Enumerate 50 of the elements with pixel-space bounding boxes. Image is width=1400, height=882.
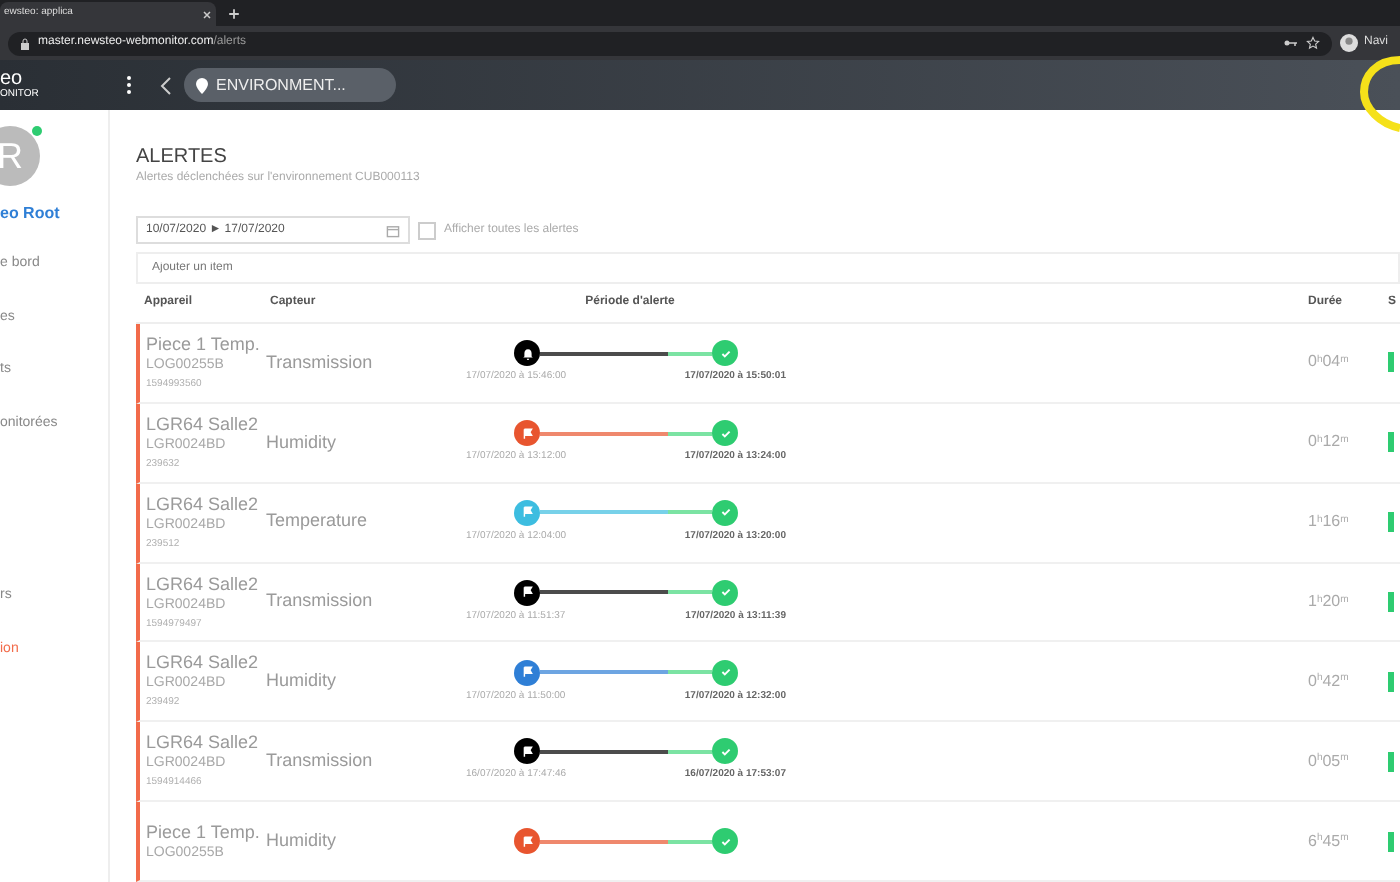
duration: 0$^{h}$04$^{m}$ (1308, 350, 1351, 375)
sensor-name: Transmission (266, 349, 375, 376)
duration: 0$^{h}$05$^{m}$ (1308, 749, 1351, 774)
device-name: Piece 1 Temp. (146, 331, 262, 356)
new-tab-icon[interactable] (228, 8, 240, 20)
avatar: R (0, 126, 40, 186)
page-title: ALERTES (136, 144, 229, 170)
resolved-check-icon (712, 420, 738, 447)
duration: 6$^{h}$45$^{m}$ (1308, 829, 1351, 854)
status-bar (1388, 352, 1394, 373)
sensor-name: Transmission (266, 588, 375, 615)
duration: 0$^{h}$42$^{m}$ (1308, 669, 1351, 694)
sensor-name: Transmission (266, 747, 375, 774)
duration: 0$^{h}$12$^{m}$ (1308, 430, 1351, 455)
status-bar (1388, 512, 1394, 533)
resolved-check-icon (712, 340, 738, 367)
lock-icon (20, 37, 30, 49)
status-bar (1388, 432, 1394, 453)
device-name: LGR64 Salle2 (146, 650, 261, 675)
sensor-name: Humidity (266, 429, 339, 456)
menu-icon[interactable] (126, 76, 132, 94)
resolved-check-icon (712, 499, 738, 526)
show-all-checkbox[interactable] (418, 221, 436, 239)
logo: eo (0, 70, 23, 90)
calendar-icon (386, 223, 400, 237)
back-icon[interactable] (160, 75, 172, 95)
user-name: eo Root (0, 202, 62, 226)
sensor-name: Humidity (266, 827, 339, 854)
resolved-check-icon (712, 659, 738, 686)
environment-selector[interactable]: ENVIRONMENT... (184, 68, 396, 102)
close-icon[interactable] (202, 9, 212, 19)
resolved-check-icon (712, 579, 738, 606)
key-icon[interactable] (1284, 38, 1298, 48)
status-bar (1388, 671, 1394, 692)
duration: 1$^{h}$16$^{m}$ (1308, 510, 1351, 535)
device-name: LGR64 Salle2 (146, 411, 261, 436)
device-name: LGR64 Salle2 (146, 491, 261, 516)
status-bar (1388, 751, 1394, 772)
device-name: LGR64 Salle2 (146, 730, 261, 755)
resolved-check-icon (712, 738, 738, 765)
resolved-check-icon (712, 828, 738, 855)
device-name: LGR64 Salle2 (146, 571, 261, 596)
status-bar (1388, 831, 1394, 852)
device-name: Piece 1 Temp. (146, 819, 262, 844)
sensor-name: Temperature (266, 508, 370, 535)
sensor-name: Humidity (266, 668, 339, 695)
status-bar (1388, 592, 1394, 613)
duration: 1$^{h}$20$^{m}$ (1308, 590, 1351, 615)
location-pin-icon (196, 77, 208, 93)
star-icon[interactable] (1306, 36, 1320, 50)
